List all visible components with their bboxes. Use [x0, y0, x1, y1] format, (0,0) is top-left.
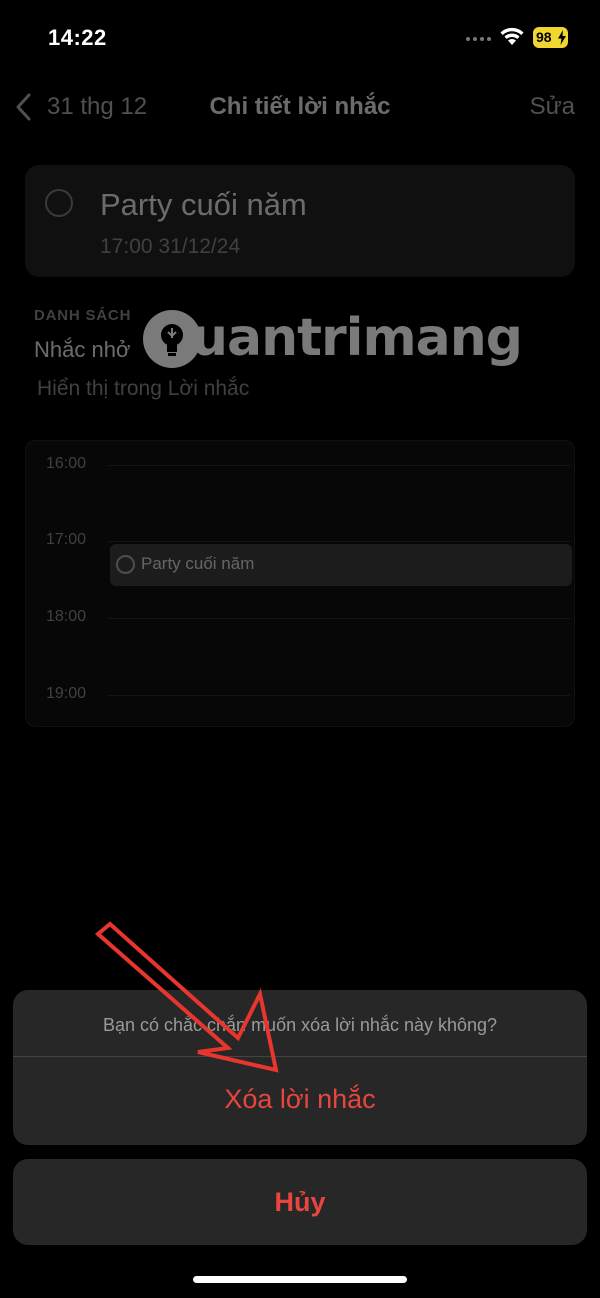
- hour-divider: [108, 541, 570, 542]
- cellular-signal-icon: [466, 37, 492, 43]
- page-title: Chi tiết lời nhắc: [209, 93, 391, 120]
- hour-label: 19:00: [46, 685, 87, 702]
- home-indicator[interactable]: [193, 1276, 407, 1283]
- hour-label: 18:00: [46, 608, 87, 625]
- event-checkbox: [116, 555, 135, 574]
- cancel-button[interactable]: Hủy: [13, 1159, 587, 1245]
- hour-row: 16:00: [26, 455, 574, 475]
- hour-label: 17:00: [46, 531, 87, 548]
- reminder-card[interactable]: Party cuối năm 17:00 31/12/24: [25, 165, 575, 277]
- action-sheet: Bạn có chắc chắn muốn xóa lời nhắc này k…: [13, 990, 587, 1145]
- navigation-bar: 31 thg 12 Chi tiết lời nhắc Sửa: [0, 78, 600, 136]
- event-title: Party cuối năm: [141, 554, 255, 573]
- hour-row: 19:00: [26, 685, 574, 705]
- battery-level: 98: [536, 29, 552, 45]
- reminder-datetime: 17:00 31/12/24: [100, 235, 241, 258]
- battery-icon: 98: [533, 27, 568, 48]
- calendar-event[interactable]: Party cuối năm: [110, 544, 572, 586]
- watermark-text: uantrimang: [191, 308, 523, 368]
- delete-reminder-button[interactable]: Xóa lời nhắc: [13, 1057, 587, 1145]
- list-value[interactable]: Nhắc nhở: [34, 337, 130, 363]
- complete-checkbox[interactable]: [45, 189, 73, 217]
- watermark-logo: uantrimang: [143, 308, 523, 388]
- status-bar: 14:22 98: [0, 0, 600, 78]
- hour-row: 18:00: [26, 608, 574, 628]
- hour-divider: [108, 695, 570, 696]
- hour-divider: [108, 465, 570, 466]
- edit-button[interactable]: Sửa: [530, 93, 575, 121]
- action-sheet-message: Bạn có chắc chắn muốn xóa lời nhắc này k…: [102, 1015, 498, 1035]
- hour-divider: [108, 618, 570, 619]
- reminder-title: Party cuối năm: [100, 187, 307, 222]
- list-section-label: DANH SÁCH: [34, 307, 132, 324]
- wifi-icon: [500, 27, 524, 45]
- charging-bolt-icon: [558, 30, 566, 45]
- hour-label: 16:00: [46, 455, 87, 472]
- calendar-preview: 16:00 17:00 18:00 19:00 Party cuối năm: [25, 440, 575, 727]
- status-time: 14:22: [48, 25, 107, 50]
